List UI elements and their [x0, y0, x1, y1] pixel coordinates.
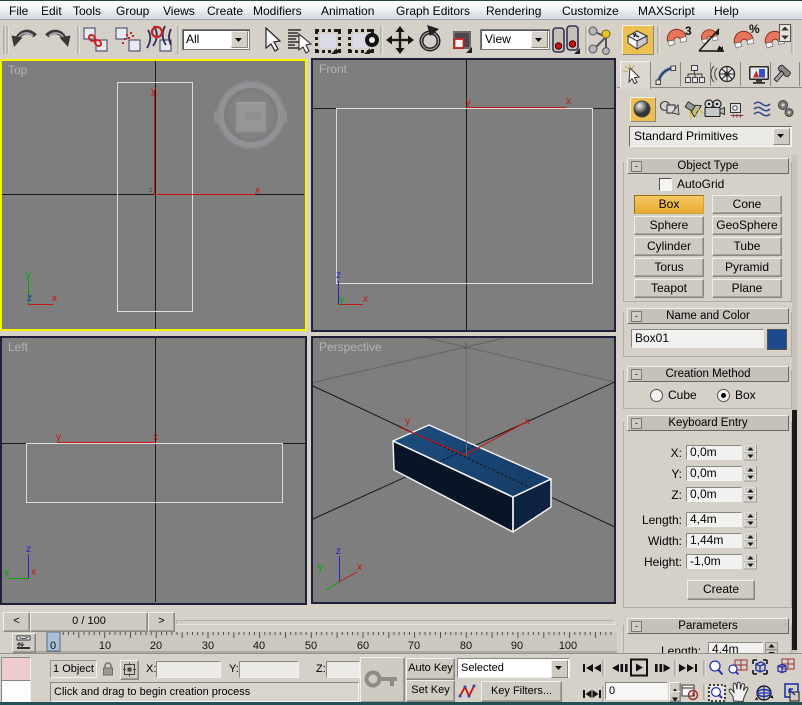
svg-text:x: x [52, 293, 57, 304]
svg-text:y: y [405, 416, 410, 427]
svg-text:y: y [318, 562, 323, 573]
svg-text:y: y [466, 97, 471, 108]
svg-text:z: z [336, 270, 341, 281]
svg-text:x: x [525, 416, 530, 427]
svg-text:0: 0 [50, 640, 56, 652]
svg-text:z: z [149, 187, 153, 194]
svg-text:10: 10 [99, 640, 111, 652]
svg-text:x: x [31, 567, 36, 578]
svg-text:40: 40 [253, 640, 265, 652]
svg-text:y: y [339, 295, 344, 306]
svg-text:y: y [56, 432, 61, 443]
svg-text:y: y [151, 86, 156, 97]
svg-text:80: 80 [460, 640, 472, 652]
svg-text:3: 3 [685, 24, 692, 38]
svg-text:70: 70 [408, 640, 420, 652]
svg-text:20: 20 [150, 640, 162, 652]
svg-text:50: 50 [305, 640, 317, 652]
svg-text:x: x [566, 96, 571, 107]
svg-text:x: x [357, 562, 362, 573]
svg-text:%: % [749, 22, 760, 36]
svg-text:y: y [26, 270, 31, 281]
svg-text:y: y [4, 567, 9, 578]
svg-text:z: z [336, 546, 341, 557]
svg-text:z: z [27, 293, 32, 304]
svg-text:x: x [255, 185, 260, 196]
svg-text:z: z [463, 341, 468, 352]
svg-text:x: x [153, 432, 158, 443]
svg-text:60: 60 [357, 640, 369, 652]
svg-text:90: 90 [511, 640, 523, 652]
svg-text:x: x [363, 294, 368, 305]
svg-text:z: z [26, 544, 31, 555]
svg-text:100: 100 [559, 640, 577, 652]
svg-text:30: 30 [202, 640, 214, 652]
